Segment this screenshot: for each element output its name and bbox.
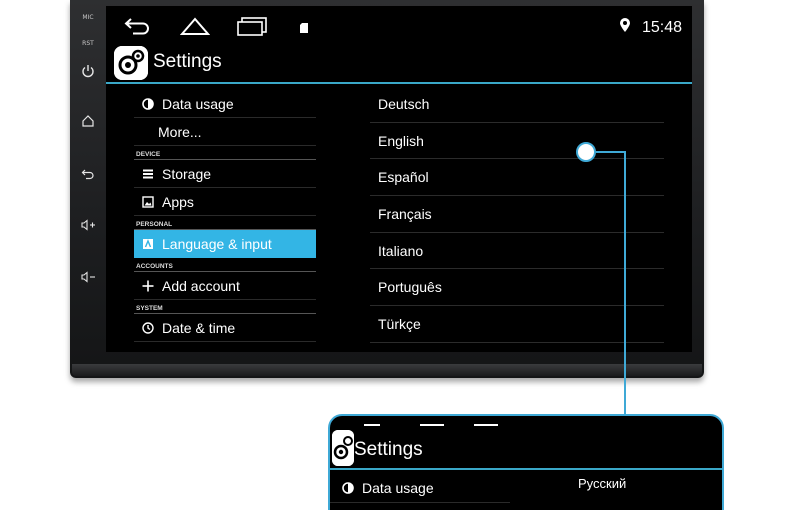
settings-item-apps[interactable]: Apps — [134, 188, 316, 216]
data-usage-icon — [140, 96, 156, 112]
power-icon[interactable] — [76, 62, 100, 80]
data-usage-icon — [340, 480, 356, 496]
settings-item-label: Data usage — [362, 480, 434, 496]
back-icon[interactable] — [124, 16, 152, 41]
settings-item-label: Data usage — [162, 95, 234, 112]
volume-up-icon[interactable] — [76, 216, 100, 234]
language-item[interactable]: Português — [370, 269, 664, 307]
zoom-row-divider — [330, 502, 510, 503]
volume-down-icon[interactable] — [76, 268, 100, 286]
section-header-accounts: ACCOUNTS — [134, 258, 316, 272]
settings-item-language-input[interactable]: Language & input — [134, 230, 316, 258]
recent-apps-icon[interactable] — [236, 16, 268, 41]
language-input-icon — [140, 236, 156, 252]
plus-icon — [140, 278, 156, 294]
status-time: 15:48 — [641, 18, 682, 36]
language-item[interactable]: Türkçe — [370, 306, 664, 343]
action-bar-divider — [106, 82, 692, 84]
callout-marker — [576, 142, 596, 162]
settings-item-storage[interactable]: Storage — [134, 160, 316, 188]
language-item[interactable]: Deutsch — [370, 86, 664, 123]
zoom-language-item[interactable]: Русский — [578, 476, 626, 491]
section-header-personal: PERSONAL — [134, 216, 316, 230]
settings-item-label: Storage — [162, 165, 212, 182]
settings-app-icon[interactable] — [114, 46, 148, 80]
settings-app-icon[interactable] — [332, 430, 354, 466]
settings-item-more[interactable]: More... — [134, 118, 316, 146]
language-item[interactable]: Italiano — [370, 233, 664, 270]
status-bar: 15:48 — [106, 6, 692, 44]
settings-item-data-usage[interactable]: Data usage — [134, 90, 316, 118]
apps-icon — [140, 194, 156, 210]
sd-card-icon — [300, 20, 308, 38]
zoom-settings-item-data-usage[interactable]: Data usage — [340, 480, 434, 496]
storage-icon — [140, 166, 156, 182]
home-icon[interactable] — [76, 112, 100, 130]
settings-item-add-account[interactable]: Add account — [134, 272, 316, 300]
callout-line-vertical — [624, 151, 626, 415]
language-item[interactable]: Français — [370, 196, 664, 233]
settings-item-label: Add account — [162, 277, 240, 294]
rst-label[interactable]: RST — [76, 40, 100, 47]
settings-item-date-time[interactable]: Date & time — [134, 314, 316, 342]
section-header-system: SYSTEM — [134, 300, 316, 314]
zoom-page-title: Settings — [354, 439, 423, 460]
settings-list: Data usage More... DEVICE Storage Apps P… — [134, 90, 316, 342]
settings-item-label: Language & input — [162, 236, 272, 252]
back-icon[interactable] — [76, 164, 100, 182]
device-bezel-bottom — [72, 364, 702, 376]
page-title: Settings — [153, 51, 222, 72]
device-screen: 15:48 Settings Data usage More... DEVICE — [106, 6, 692, 352]
action-bar: Settings — [106, 44, 692, 82]
settings-item-label: Apps — [162, 193, 194, 210]
zoom-nav-fragments — [364, 416, 504, 426]
settings-item-label: Date & time — [162, 319, 236, 336]
zoom-panel: Settings Data usage Русский — [328, 414, 724, 510]
language-item[interactable]: English — [370, 123, 664, 160]
section-header-device: DEVICE — [134, 146, 316, 160]
clock-icon — [140, 320, 156, 336]
zoom-action-bar-divider — [330, 468, 722, 470]
settings-item-label: More... — [158, 123, 202, 140]
language-list: Deutsch English Español Français Italian… — [370, 86, 664, 343]
callout-line-horizontal — [596, 151, 626, 153]
location-icon — [619, 18, 630, 37]
language-item[interactable]: Español — [370, 159, 664, 197]
home-icon[interactable] — [179, 16, 211, 41]
mic-label: MIC — [82, 14, 94, 21]
